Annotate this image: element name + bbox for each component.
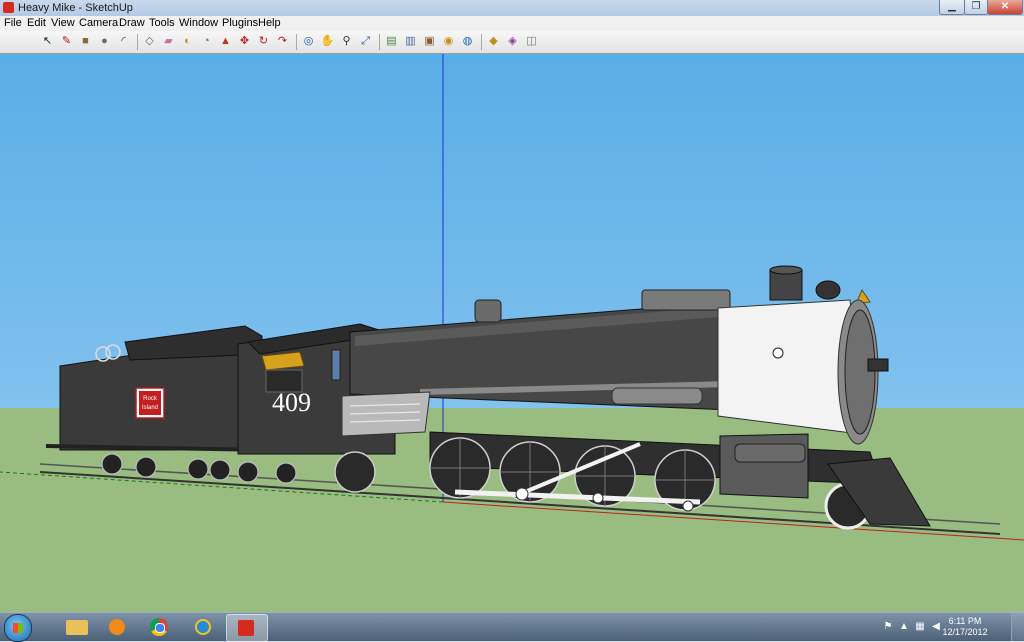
network-icon[interactable]: ▦ [914,621,926,633]
rotate-tool[interactable]: ↻ [256,34,271,49]
components-icon[interactable]: ◆ [486,34,501,49]
restore-button[interactable]: ❐ [964,0,988,15]
circle-tool[interactable]: ● [97,34,112,49]
arc-tool[interactable]: ◜ [116,34,131,49]
menu-draw[interactable]: Draw [119,17,145,30]
clock-time: 6:11 PM [948,616,982,626]
drawing-viewport[interactable]: Rock Island 409 [0,54,1024,612]
menu-help[interactable]: Help [258,17,281,30]
menu-bar: File Edit View Camera Draw Tools Window … [0,16,1024,31]
taskbar: ⚑ ▲ ▦ ◀ 6:11 PM 12/17/2012 [0,612,1024,642]
tape-measure-tool[interactable]: ◔ [199,34,214,49]
running-gear [334,431,931,530]
clock[interactable]: 6:11 PM 12/17/2012 [934,616,996,638]
line-tool[interactable]: ✎ [59,34,74,49]
paint-bucket-tool[interactable]: ◐ [180,34,195,49]
materials-icon[interactable]: ◈ [505,34,520,49]
engine-number: 409 [272,388,311,417]
steam-dome [641,289,731,311]
eraser-tool[interactable]: ▰ [161,34,176,49]
sketchup-taskbar-button[interactable] [226,614,268,642]
model-scene: Rock Island 409 [0,54,1024,541]
toolbar-separator [481,34,482,50]
zoom-tool[interactable]: ⚲ [339,34,354,49]
menu-plugins[interactable]: Plugins [222,17,258,30]
google-earth-icon[interactable]: ◍ [460,34,475,49]
clock-date: 12/17/2012 [942,627,988,637]
toolbar-separator [379,34,380,50]
sketchup-app-icon [3,2,14,13]
title-bar: Heavy Mike - SketchUp ▁ ❐ ✕ [0,0,1024,17]
menu-camera[interactable]: Camera [79,17,118,30]
action-center-icon[interactable]: ⚑ [882,621,894,633]
toolbar-separator [296,34,297,50]
minimize-button[interactable]: ▁ [939,0,965,15]
add-location-icon[interactable]: ◉ [441,34,456,49]
menu-tools[interactable]: Tools [149,17,175,30]
windows-logo-icon [13,623,23,633]
explorer-icon[interactable] [60,614,94,640]
share-model-icon[interactable]: ▥ [403,34,418,49]
smokebox [717,265,889,445]
follow-me-tool[interactable]: ↷ [275,34,290,49]
rectangle-tool[interactable]: ■ [78,34,93,49]
close-button[interactable]: ✕ [987,0,1023,15]
window-title: Heavy Mike - SketchUp [18,2,133,14]
orbit-tool[interactable]: ◎ [301,34,316,49]
main-toolbar: ↖ ✎ ■ ● ◜ ◇ ▰ ◐ ◔ ▲ ✥ ↻ ↷ ◎ ✋ ⚲ ⤢ ▤ ▥ ▣ ◉ ◍ ◆ ◈ ◫ [0,31,1024,54]
menu-view[interactable]: View [51,17,75,30]
headlight [867,358,889,372]
move-tool[interactable]: ✥ [237,34,252,49]
herald-line-1: Rock [143,396,158,402]
chrome-icon[interactable] [142,614,176,640]
select-tool[interactable]: ↖ [40,34,55,49]
expand-tray-icon[interactable]: ▲ [898,621,910,633]
get-models-icon[interactable]: ▤ [384,34,399,49]
herald-line-2: Island [142,405,158,411]
menu-window[interactable]: Window [179,17,218,30]
toolbar-separator [137,34,138,50]
boiler [341,289,731,437]
sand-dome [474,299,502,323]
make-component-tool[interactable]: ◇ [142,34,157,49]
show-desktop-button[interactable] [1011,613,1024,641]
menu-edit[interactable]: Edit [27,17,46,30]
internet-explorer-icon[interactable] [186,614,220,640]
start-button[interactable] [4,614,32,642]
get-photo-texture-icon[interactable]: ▣ [422,34,437,49]
trailing-truck-wheel [334,451,376,493]
zoom-extents-tool[interactable]: ⤢ [358,34,373,49]
styles-icon[interactable]: ◫ [524,34,539,49]
bell [815,280,841,300]
push-pull-tool[interactable]: ▲ [218,34,233,49]
pan-tool[interactable]: ✋ [320,34,335,49]
media-player-icon[interactable] [100,614,134,640]
menu-file[interactable]: File [4,17,22,30]
